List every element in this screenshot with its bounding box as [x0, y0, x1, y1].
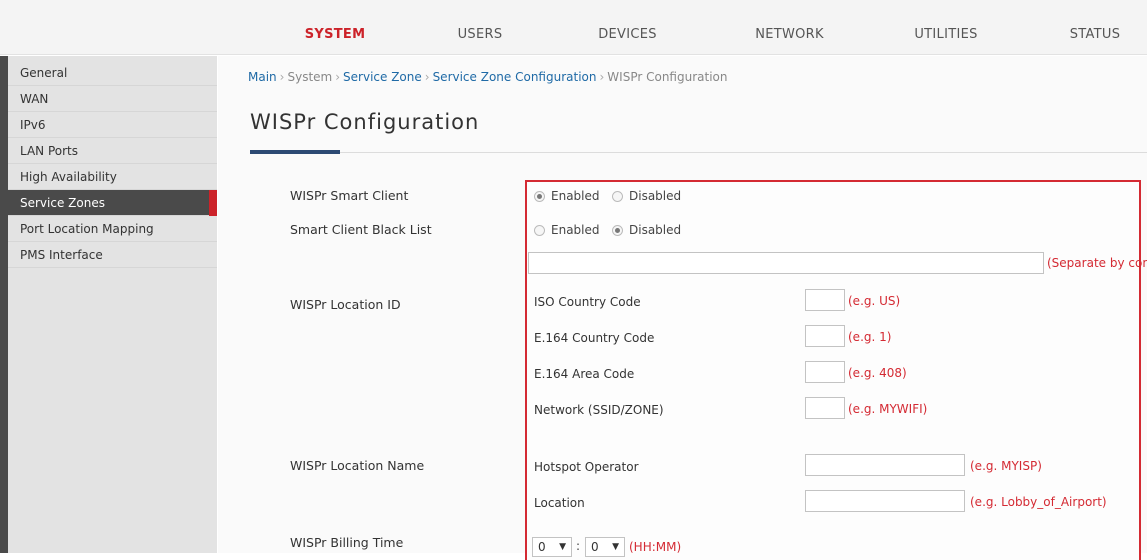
tab-label: STATUS — [1069, 27, 1121, 42]
tab-label: DEVICES — [598, 27, 657, 42]
tab-users[interactable]: USERS — [440, 10, 520, 54]
label-smart-client: WISPr Smart Client — [290, 188, 409, 203]
chevron-down-icon: ▼ — [612, 542, 619, 552]
sidebar-item-label: WAN — [20, 92, 49, 106]
breadcrumb-service-zone-config[interactable]: Service Zone Configuration — [433, 70, 597, 84]
breadcrumb-separator: › — [335, 70, 341, 84]
e164-country-code-label: E.164 Country Code — [534, 331, 655, 345]
tab-label: UTILITIES — [914, 27, 978, 42]
black-list-enabled-radio[interactable] — [534, 225, 545, 236]
breadcrumb-service-zone[interactable]: Service Zone — [343, 70, 422, 84]
location-hint: (e.g. Lobby_of_Airport) — [970, 495, 1107, 509]
hotspot-operator-hint: (e.g. MYISP) — [970, 459, 1042, 473]
network-ssid-zone-label: Network (SSID/ZONE) — [534, 403, 664, 417]
billing-minutes-value: 0 — [591, 540, 599, 554]
smart-client-enabled-radio[interactable] — [534, 191, 545, 202]
e164-area-code-input[interactable] — [805, 361, 845, 383]
tab-system[interactable]: SYSTEM — [290, 10, 380, 54]
sidebar-item-ipv6[interactable]: IPv6 — [8, 112, 217, 138]
billing-hours-select[interactable]: 0 ▼ — [532, 537, 572, 557]
label-black-list: Smart Client Black List — [290, 222, 432, 237]
breadcrumb-main[interactable]: Main — [248, 70, 277, 84]
sidebar-item-service-zones[interactable]: Service Zones — [8, 190, 217, 216]
billing-time-colon: : — [576, 539, 581, 553]
page-title: WISPr Configuration — [250, 110, 480, 134]
label-billing-time: WISPr Billing Time — [290, 535, 404, 550]
breadcrumb: Main › System › Service Zone › Service Zone Co… — [248, 70, 727, 84]
main-content: Main › System › Service Zone › Service Zone Co… — [218, 56, 1147, 560]
settings-panel: Enabled Disabled Enabled Disabled (Separ… — [525, 180, 1147, 560]
label-location-name: WISPr Location Name — [290, 458, 425, 473]
breadcrumb-separator: › — [279, 70, 285, 84]
sidebar-item-label: IPv6 — [20, 118, 46, 132]
black-list-enabled-label: Enabled — [551, 223, 600, 237]
sidebar-item-label: High Availability — [20, 170, 117, 184]
sidebar-item-wan[interactable]: WAN — [8, 86, 217, 112]
e164-country-code-input[interactable] — [805, 325, 845, 347]
network-ssid-zone-hint: (e.g. MYWIFI) — [848, 402, 928, 416]
sidebar-item-high-availability[interactable]: High Availability — [8, 164, 217, 190]
sidebar-item-lan-ports[interactable]: LAN Ports — [8, 138, 217, 164]
sidebar-item-label: PMS Interface — [20, 248, 103, 262]
breadcrumb-separator: › — [599, 70, 605, 84]
iso-country-code-hint: (e.g. US) — [848, 294, 901, 308]
tab-label: USERS — [457, 27, 503, 42]
top-strip — [0, 0, 1147, 10]
sidebar-item-port-location-mapping[interactable]: Port Location Mapping — [8, 216, 217, 242]
sidebar-item-general[interactable]: General — [8, 60, 217, 86]
e164-area-code-label: E.164 Area Code — [534, 367, 635, 381]
billing-time-hint: (HH:MM) — [629, 540, 682, 554]
breadcrumb-current: WISPr Configuration — [607, 70, 728, 84]
tab-network[interactable]: NETWORK — [742, 10, 837, 54]
title-divider — [250, 152, 1147, 153]
sidebar-item-label: General — [20, 66, 68, 80]
sidebar-item-label: LAN Ports — [20, 144, 79, 158]
smart-client-enabled-label: Enabled — [551, 189, 600, 203]
network-ssid-zone-input[interactable] — [805, 397, 845, 419]
title-accent-bar — [250, 150, 340, 154]
sidebar-item-label: Service Zones — [20, 196, 105, 210]
e164-country-code-hint: (e.g. 1) — [848, 330, 892, 344]
location-input[interactable] — [805, 490, 965, 512]
billing-minutes-select[interactable]: 0 ▼ — [585, 537, 625, 557]
e164-area-code-hint: (e.g. 408) — [848, 366, 907, 380]
breadcrumb-separator: › — [424, 70, 430, 84]
hotspot-operator-label: Hotspot Operator — [534, 460, 639, 474]
active-marker — [209, 190, 217, 216]
tab-label: NETWORK — [755, 27, 824, 42]
sidebar: General WAN IPv6 LAN Ports High Availabi… — [0, 56, 217, 553]
smart-client-disabled-label: Disabled — [629, 189, 682, 203]
hotspot-operator-input[interactable] — [805, 454, 965, 476]
iso-country-code-input[interactable] — [805, 289, 845, 311]
tab-utilities[interactable]: UTILITIES — [896, 10, 996, 54]
tab-status[interactable]: STATUS — [1055, 10, 1135, 54]
billing-hours-value: 0 — [538, 540, 546, 554]
sidebar-rail — [0, 56, 8, 553]
location-label: Location — [534, 496, 585, 510]
sidebar-item-label: Port Location Mapping — [20, 222, 154, 236]
black-list-hint: (Separate by comma) — [1047, 256, 1147, 270]
black-list-disabled-label: Disabled — [629, 223, 682, 237]
top-nav: SYSTEM USERS DEVICES NETWORK UTILITIES S… — [0, 10, 1147, 55]
smart-client-disabled-radio[interactable] — [612, 191, 623, 202]
tab-devices[interactable]: DEVICES — [585, 10, 670, 54]
black-list-input[interactable] — [528, 252, 1044, 274]
breadcrumb-system: System — [287, 70, 333, 84]
label-location-id: WISPr Location ID — [290, 297, 401, 312]
sidebar-item-pms-interface[interactable]: PMS Interface — [8, 242, 217, 268]
chevron-down-icon: ▼ — [559, 542, 566, 552]
black-list-disabled-radio[interactable] — [612, 225, 623, 236]
iso-country-code-label: ISO Country Code — [534, 295, 641, 309]
tab-label: SYSTEM — [304, 27, 366, 42]
